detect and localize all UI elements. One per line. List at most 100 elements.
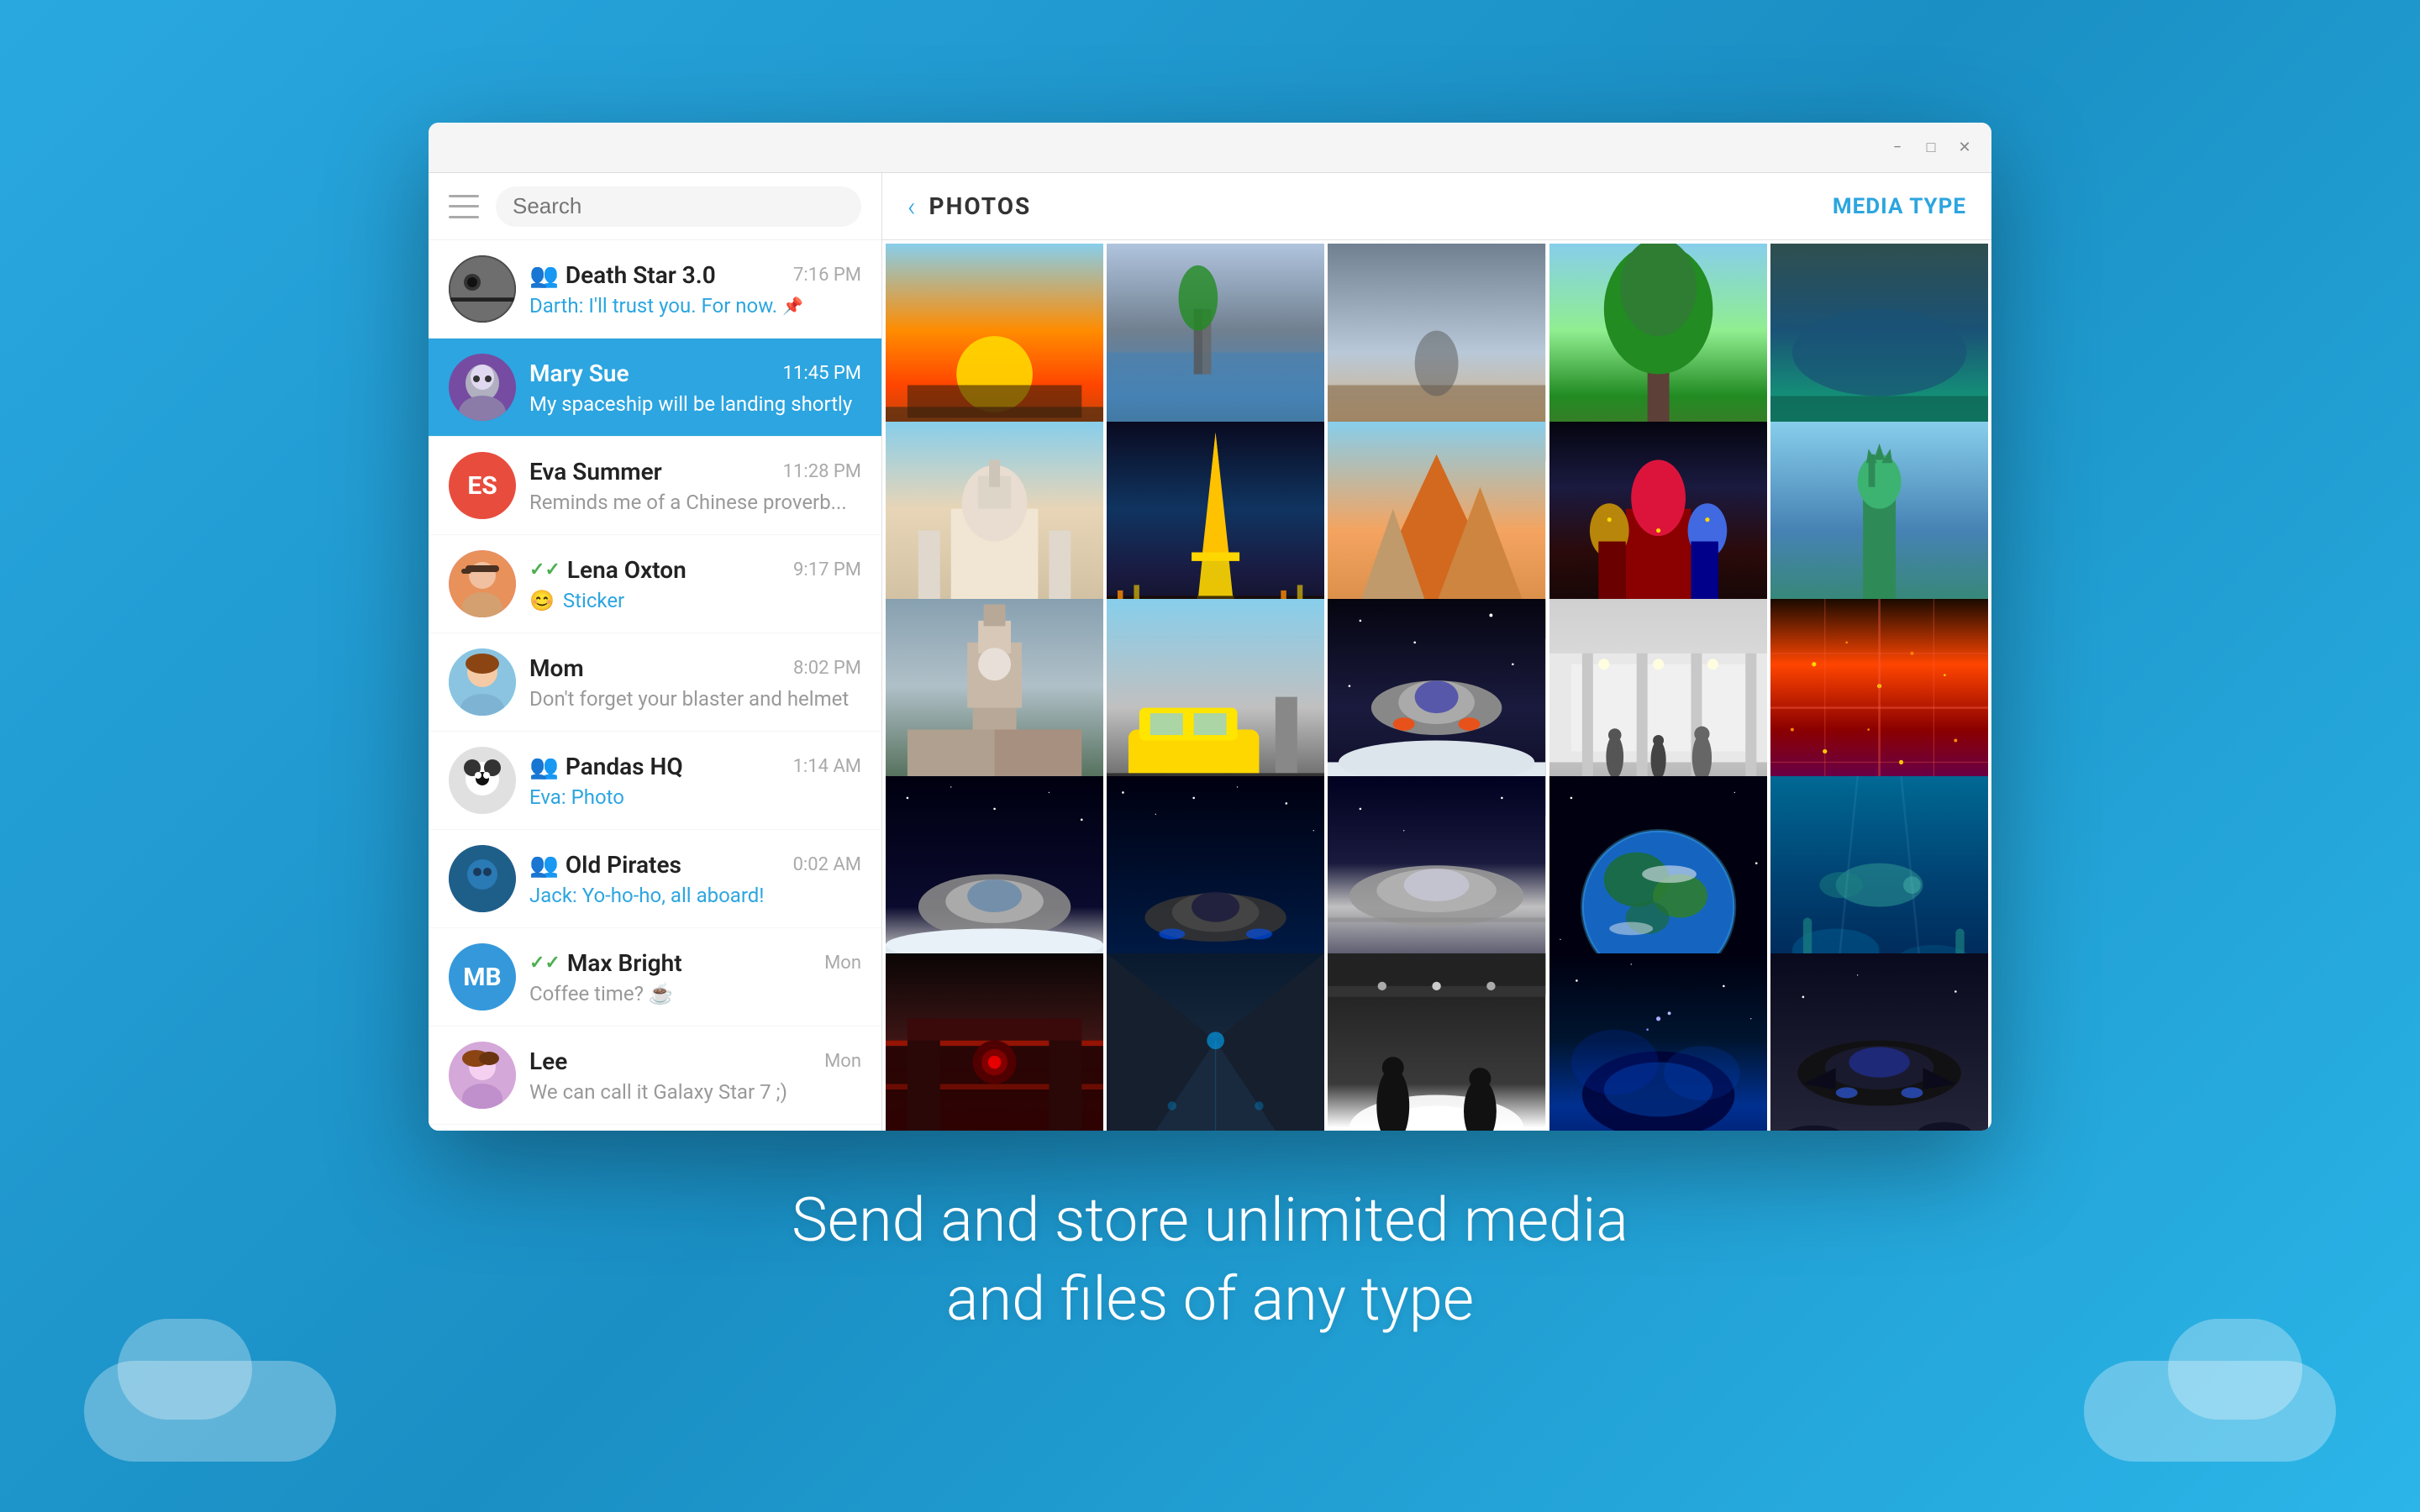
chat-name-row: 👥 Old Pirates 0:02 AM bbox=[529, 851, 861, 879]
photos-title: PHOTOS bbox=[929, 192, 1819, 220]
chat-preview: Jack: Yo-ho-ho, all aboard! bbox=[529, 884, 861, 907]
chat-name-row: Lee Mon bbox=[529, 1047, 861, 1075]
chat-preview: We can call it Galaxy Star 7 ;) bbox=[529, 1080, 861, 1104]
avatar-mary-sue bbox=[449, 354, 516, 421]
chat-time: 11:28 PM bbox=[783, 461, 861, 482]
chat-name: 👥 Old Pirates bbox=[529, 851, 681, 879]
avatar-old-pirates bbox=[449, 845, 516, 912]
chat-time: 1:14 AM bbox=[793, 756, 861, 777]
chat-time: 7:16 PM bbox=[793, 265, 861, 286]
avatar-mom bbox=[449, 648, 516, 716]
chat-info-old-pirates: 👥 Old Pirates 0:02 AM Jack: Yo-ho-ho, al… bbox=[529, 851, 861, 907]
chat-name-row: Eva Summer 11:28 PM bbox=[529, 458, 861, 486]
minimize-button[interactable]: − bbox=[1887, 138, 1907, 158]
cloud-right-decoration bbox=[2084, 1361, 2336, 1462]
chat-preview: Eva: Photo bbox=[529, 785, 861, 809]
pin-icon: 📌 bbox=[782, 296, 803, 316]
chat-name: 👥 Pandas HQ bbox=[529, 753, 683, 780]
search-input[interactable] bbox=[513, 193, 844, 219]
chat-info-eva-summer: Eva Summer 11:28 PM Reminds me of a Chin… bbox=[529, 458, 861, 514]
maximize-button[interactable]: □ bbox=[1921, 138, 1941, 158]
avatar-eva-summer: ES bbox=[449, 452, 516, 519]
window-controls: − □ ✕ bbox=[1887, 138, 1975, 158]
chat-info-mary-sue: Mary Sue 11:45 PM My spaceship will be l… bbox=[529, 360, 861, 416]
chat-preview: 😊 Sticker bbox=[529, 589, 861, 612]
group-icon: 👥 bbox=[529, 753, 559, 780]
chat-name: ✓✓ Max Bright bbox=[529, 949, 682, 977]
photo-cell-22[interactable] bbox=[1107, 953, 1324, 1131]
chat-sidebar: 👥 Death Star 3.0 7:16 PM Darth: I'll tru… bbox=[429, 173, 882, 1131]
chat-time: 9:17 PM bbox=[793, 559, 861, 580]
chat-name: Eva Summer bbox=[529, 458, 662, 486]
chat-time: 11:45 PM bbox=[783, 363, 861, 384]
sidebar-header bbox=[429, 173, 881, 240]
group-icon: 👥 bbox=[529, 261, 559, 289]
chat-info-max-bright: ✓✓ Max Bright Mon Coffee time? ☕ bbox=[529, 949, 861, 1005]
back-button[interactable]: ‹ bbox=[908, 191, 916, 223]
media-type-button[interactable]: MEDIA TYPE bbox=[1833, 194, 1966, 219]
photo-scifi2 bbox=[1328, 953, 1545, 1131]
chat-item-death-star[interactable]: 👥 Death Star 3.0 7:16 PM Darth: I'll tru… bbox=[429, 240, 881, 339]
photo-cell-23[interactable] bbox=[1328, 953, 1545, 1131]
chat-name-row: 👥 Pandas HQ 1:14 AM bbox=[529, 753, 861, 780]
avatar-death-star bbox=[449, 255, 516, 323]
photo-scifi1 bbox=[886, 953, 1103, 1131]
menu-icon[interactable] bbox=[449, 195, 479, 218]
chat-preview: Coffee time? ☕ bbox=[529, 982, 861, 1005]
chat-name-row: ✓✓ Max Bright Mon bbox=[529, 949, 861, 977]
chat-name: ✓✓ Lena Oxton bbox=[529, 556, 687, 584]
chat-item-eva-summer[interactable]: ES Eva Summer 11:28 PM Reminds me of a C… bbox=[429, 437, 881, 535]
chat-item-mom[interactable]: Mom 8:02 PM Don't forget your blaster an… bbox=[429, 633, 881, 732]
chat-time: 8:02 PM bbox=[793, 658, 861, 679]
chat-name-row: ✓✓ Lena Oxton 9:17 PM bbox=[529, 556, 861, 584]
chat-name-row: 👥 Death Star 3.0 7:16 PM bbox=[529, 261, 861, 289]
chat-name-row: Mary Sue 11:45 PM bbox=[529, 360, 861, 387]
photo-scifi3 bbox=[1770, 953, 1988, 1131]
photo-panel: ‹ PHOTOS MEDIA TYPE bbox=[882, 173, 1991, 1131]
avatar-lee bbox=[449, 1042, 516, 1109]
photo-cell-25[interactable] bbox=[1770, 953, 1988, 1131]
group-icon: 👥 bbox=[529, 851, 559, 879]
chat-name: Mom bbox=[529, 654, 584, 682]
chat-preview: Don't forget your blaster and helmet bbox=[529, 687, 861, 711]
photo-corridor bbox=[1107, 953, 1324, 1131]
chat-name: Lee bbox=[529, 1047, 567, 1075]
chat-preview: My spaceship will be landing shortly bbox=[529, 392, 861, 416]
chat-item-max-bright[interactable]: MB ✓✓ Max Bright Mon Coffee time? ☕ bbox=[429, 928, 881, 1026]
close-button[interactable]: ✕ bbox=[1954, 138, 1975, 158]
caption-line-2: and files of any type bbox=[792, 1260, 1628, 1339]
bottom-caption: Send and store unlimited media and files… bbox=[792, 1181, 1628, 1338]
avatar-lena-oxton bbox=[449, 550, 516, 617]
chat-item-mary-sue[interactable]: Mary Sue 11:45 PM My spaceship will be l… bbox=[429, 339, 881, 437]
app-body: 👥 Death Star 3.0 7:16 PM Darth: I'll tru… bbox=[429, 173, 1991, 1131]
check-icon: ✓✓ bbox=[529, 953, 560, 974]
photo-cell-21[interactable] bbox=[886, 953, 1103, 1131]
photo-header: ‹ PHOTOS MEDIA TYPE bbox=[882, 173, 1991, 240]
search-box[interactable] bbox=[496, 186, 861, 227]
chat-item-lee[interactable]: Lee Mon We can call it Galaxy Star 7 ;) bbox=[429, 1026, 881, 1125]
caption-line-1: Send and store unlimited media bbox=[792, 1181, 1628, 1260]
avatar-max-bright: MB bbox=[449, 943, 516, 1011]
chat-item-lena-oxton[interactable]: ✓✓ Lena Oxton 9:17 PM 😊 Sticker bbox=[429, 535, 881, 633]
chat-info-lee: Lee Mon We can call it Galaxy Star 7 ;) bbox=[529, 1047, 861, 1104]
avatar-pandas-hq bbox=[449, 747, 516, 814]
chat-preview: Reminds me of a Chinese proverb... bbox=[529, 491, 861, 514]
chat-info-mom: Mom 8:02 PM Don't forget your blaster an… bbox=[529, 654, 861, 711]
photo-cell-24[interactable] bbox=[1549, 953, 1767, 1131]
chat-info-lena-oxton: ✓✓ Lena Oxton 9:17 PM 😊 Sticker bbox=[529, 556, 861, 612]
chat-item-old-pirates[interactable]: 👥 Old Pirates 0:02 AM Jack: Yo-ho-ho, al… bbox=[429, 830, 881, 928]
chat-item-pandas-hq[interactable]: 👥 Pandas HQ 1:14 AM Eva: Photo bbox=[429, 732, 881, 830]
chat-name-row: Mom 8:02 PM bbox=[529, 654, 861, 682]
photo-grid bbox=[882, 240, 1991, 1131]
app-window: − □ ✕ bbox=[429, 123, 1991, 1131]
photo-space4 bbox=[1549, 953, 1767, 1131]
chat-name: 👥 Death Star 3.0 bbox=[529, 261, 716, 289]
chat-time: Mon bbox=[824, 1051, 861, 1072]
cloud-left-decoration bbox=[84, 1361, 336, 1462]
chat-info-pandas-hq: 👥 Pandas HQ 1:14 AM Eva: Photo bbox=[529, 753, 861, 809]
chat-time: 0:02 AM bbox=[793, 854, 861, 875]
chat-info-death-star: 👥 Death Star 3.0 7:16 PM Darth: I'll tru… bbox=[529, 261, 861, 318]
check-icon: ✓✓ bbox=[529, 559, 560, 580]
chat-time: Mon bbox=[824, 953, 861, 974]
chat-name: Mary Sue bbox=[529, 360, 629, 387]
